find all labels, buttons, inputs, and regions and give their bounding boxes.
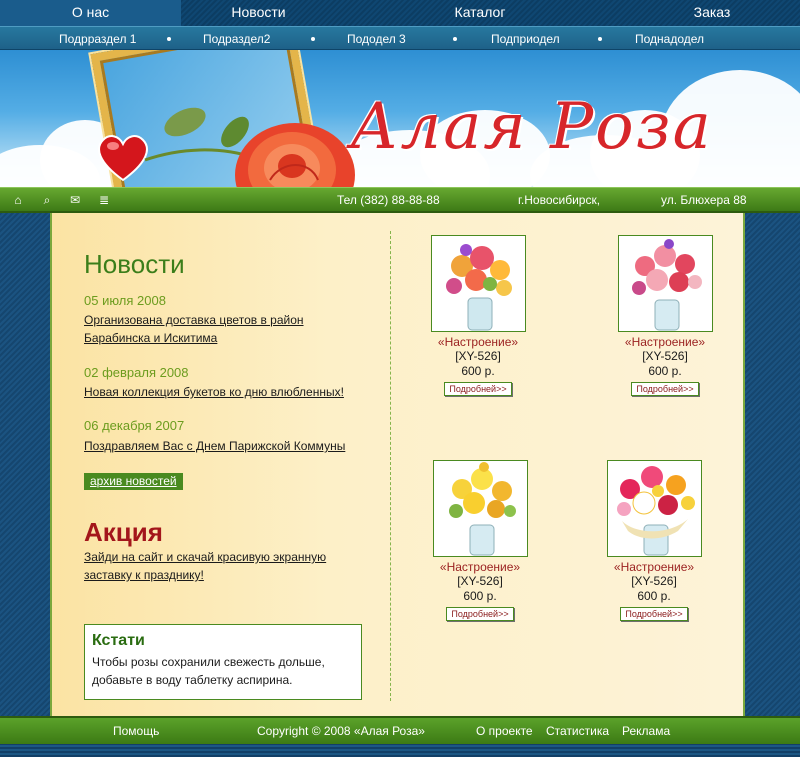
bouquet-icon (448, 462, 516, 556)
street-address: ул. Блюхера 88 (661, 193, 747, 207)
bouquet-icon (445, 244, 512, 331)
news-archive-button[interactable]: архив новостей (84, 473, 183, 490)
product-sku: [XY-526] (631, 574, 677, 588)
news-link[interactable]: Новая коллекция букетов ко дню влюбленны… (84, 383, 364, 401)
product-card: «Настроение» [XY-526] 600 р. Подробней>> (403, 235, 553, 397)
bouquet-icon (616, 466, 695, 556)
right-side-panel (745, 213, 800, 716)
phone-number: Тел (382) 88-88-88 (337, 193, 440, 207)
top-navigation: О нас Новости Каталог Заказ (0, 0, 800, 26)
news-date: 05 июля 2008 (84, 293, 166, 308)
main-content: Новости 05 июля 2008 Организована достав… (50, 213, 745, 716)
bottom-decoration (0, 744, 800, 757)
promo-heading: Акция (84, 517, 163, 547)
mail-icon[interactable]: ✉ (67, 192, 83, 208)
footer-link-stats[interactable]: Статистика (546, 718, 609, 744)
news-date: 06 декабря 2007 (84, 418, 185, 433)
subnav-item-3[interactable]: Пододел 3 (347, 27, 406, 51)
details-button[interactable]: Подробней>> (620, 607, 688, 621)
left-side-panel (0, 213, 50, 716)
bouquet-icon (631, 239, 702, 331)
subnav-separator (311, 37, 315, 41)
news-link[interactable]: Организована доставка цветов в район Бар… (84, 311, 364, 347)
sub-navigation: Подрраздел 1 Подраздел2 Пододел 3 Подпри… (0, 26, 800, 50)
city-address: г.Новосибирск, (518, 193, 601, 207)
news-heading: Новости (84, 249, 185, 279)
product-image[interactable] (617, 235, 713, 332)
subnav-item-4[interactable]: Подприодел (491, 27, 560, 51)
subnav-separator (167, 37, 171, 41)
product-name[interactable]: «Настроение» (579, 560, 729, 574)
nav-item-news[interactable]: Новости (181, 0, 336, 26)
news-link[interactable]: Поздравляем Вас с Днем Парижской Коммуны (84, 437, 364, 455)
footer-bar: Помощь Copyright © 2008 «Алая Роза» О пр… (0, 716, 800, 744)
site-logo[interactable]: Алая Роза (350, 72, 770, 182)
promo-link[interactable]: Зайди на сайт и скачай красивую экранную… (84, 548, 344, 584)
nav-item-catalog[interactable]: Каталог (336, 0, 624, 26)
nav-item-about[interactable]: О нас (0, 0, 181, 26)
column-divider (390, 231, 391, 701)
footer-link-ads[interactable]: Реклама (622, 718, 670, 744)
details-button[interactable]: Подробней>> (446, 607, 514, 621)
tip-title: Кстати (92, 632, 145, 649)
home-icon[interactable]: ⌂ (10, 192, 26, 208)
tip-text: Чтобы розы сохранили свежесть дольше, до… (92, 655, 325, 687)
product-card: «Настроение» [XY-526] 600 р. Подробней>> (590, 235, 740, 397)
sitemap-icon[interactable]: ≣ (96, 192, 112, 208)
tip-box: Кстати Чтобы розы сохранили свежесть дол… (84, 624, 362, 700)
product-price: 600 р. (637, 589, 671, 603)
product-sku: [XY-526] (642, 349, 688, 363)
product-name[interactable]: «Настроение» (405, 560, 555, 574)
footer-copyright: Copyright © 2008 «Алая Роза» (257, 724, 425, 738)
product-price: 600 р. (463, 589, 497, 603)
product-price: 600 р. (648, 364, 682, 378)
product-card: «Настроение» [XY-526] 600 р. Подробней>> (405, 460, 555, 622)
details-button[interactable]: Подробней>> (444, 382, 512, 396)
product-image[interactable] (430, 235, 526, 332)
info-bar: ⌂ ⌕ ✉ ≣ Тел (382) 88-88-88 г.Новосибирск… (0, 187, 800, 213)
product-sku: [XY-526] (455, 349, 501, 363)
subnav-item-5[interactable]: Поднадодел (635, 27, 704, 51)
nav-item-order[interactable]: Заказ (624, 0, 800, 26)
search-icon[interactable]: ⌕ (39, 192, 55, 208)
product-image[interactable] (606, 460, 702, 557)
footer-link-help[interactable]: Помощь (113, 718, 159, 744)
details-button[interactable]: Подробней>> (631, 382, 699, 396)
product-price: 600 р. (461, 364, 495, 378)
product-name[interactable]: «Настроение» (590, 335, 740, 349)
subnav-separator (453, 37, 457, 41)
product-image[interactable] (432, 460, 528, 557)
subnav-item-2[interactable]: Подраздел2 (203, 27, 270, 51)
news-date: 02 февраля 2008 (84, 365, 189, 380)
product-card: «Настроение» [XY-526] 600 р. Подробней>> (579, 460, 729, 622)
footer-link-about[interactable]: О проекте (476, 718, 533, 744)
subnav-item-1[interactable]: Подрраздел 1 (59, 27, 136, 51)
product-sku: [XY-526] (457, 574, 503, 588)
subnav-separator (598, 37, 602, 41)
product-name[interactable]: «Настроение» (403, 335, 553, 349)
